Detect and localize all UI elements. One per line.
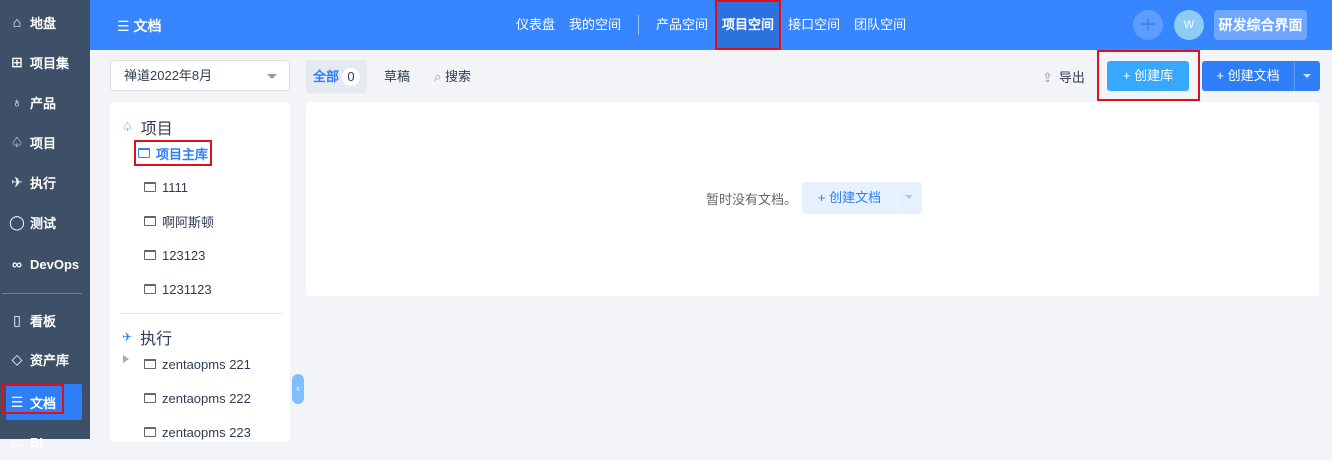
sidebar-item-bi[interactable]: ▭ BI <box>6 424 82 460</box>
quick-create-button[interactable]: + <box>1133 10 1163 40</box>
library-select[interactable]: 禅道2022年8月 <box>110 60 290 91</box>
grid-icon: ⊞ <box>11 53 23 70</box>
infinity-icon: ∞ <box>12 256 22 272</box>
run-icon: ✈ <box>122 330 133 344</box>
folder-icon <box>138 148 150 158</box>
empty-create-doc-button[interactable]: + 创建文档 <box>802 182 923 214</box>
bulb-icon: ♁ <box>11 94 23 110</box>
sidebar-item-product[interactable]: ♁ 产品 <box>6 84 82 120</box>
doc-tabs: 全部 0 草稿 ⌕ 搜索 <box>306 60 488 93</box>
plus-icon: + <box>1140 9 1156 39</box>
folder-icon <box>144 250 156 260</box>
search-button[interactable]: ⌕ 搜索 <box>427 60 478 93</box>
tree-lib-item[interactable]: 1231123 <box>144 279 212 299</box>
nav-project-space[interactable]: 项目空间 <box>715 0 782 50</box>
sidebar-item-project[interactable]: ♤ 项目 <box>6 124 82 160</box>
rocket-icon: ♤ <box>122 120 133 134</box>
empty-create-doc-main[interactable]: + 创建文档 <box>802 182 899 214</box>
chevron-down-icon <box>267 74 277 84</box>
create-doc-dropdown[interactable] <box>1295 61 1320 91</box>
nav-product-space[interactable]: 产品空间 <box>649 0 715 50</box>
nav-api-space[interactable]: 接口空间 <box>781 0 847 50</box>
empty-state: 暂时没有文档。 + 创建文档 <box>706 182 923 214</box>
sidebar-item-kanban[interactable]: ▯ 看板 <box>6 302 82 338</box>
sidebar-divider <box>2 293 82 294</box>
tree-lib-item[interactable]: zentaopms 223 <box>144 422 251 442</box>
caret-right-icon[interactable] <box>123 355 133 363</box>
tree-lib-item[interactable]: zentaopms 222 <box>144 388 251 408</box>
export-icon: ⇪ <box>1042 70 1053 85</box>
nav-dashboard[interactable]: 仪表盘 <box>509 0 562 50</box>
sidebar-item-program[interactable]: ⊞ 项目集 <box>6 44 82 80</box>
tree-group-execution[interactable]: ✈ 执行 <box>122 325 172 349</box>
sidebar-item-assetlib[interactable]: ◇ 资产库 <box>6 341 82 377</box>
empty-create-doc-dropdown[interactable] <box>898 182 922 214</box>
folder-icon <box>144 216 156 226</box>
tree-lib-item[interactable]: 项目主库 <box>134 140 213 166</box>
chevron-down-icon <box>1303 74 1311 82</box>
folder-icon <box>144 393 156 403</box>
sidebar-item-dashboard[interactable]: ⌂ 地盘 <box>6 4 82 40</box>
vision-switch-button[interactable]: 研发综合界面 <box>1214 10 1307 40</box>
sidebar-item-doc[interactable]: ☰ 文档 <box>2 384 82 420</box>
tree-lib-item[interactable]: 啊阿斯顿 <box>144 211 214 231</box>
folder-icon <box>144 427 156 437</box>
main-sidebar: ⌂ 地盘 ⊞ 项目集 ♁ 产品 ♤ 项目 ✈ 执行 ◯ 测试 ∞ DevOps ▯ 看板 ◇ 资产… <box>0 0 90 450</box>
diamond-icon: ◇ <box>11 350 23 367</box>
folder-icon <box>144 284 156 294</box>
tree-group-project[interactable]: ♤ 项目 <box>122 115 173 139</box>
run-icon: ✈ <box>11 173 23 190</box>
tree-lib-item[interactable]: 1111 <box>144 177 188 197</box>
search-icon: ◯ <box>9 213 25 230</box>
count-badge: 0 <box>342 68 361 86</box>
tree-lib-item[interactable]: 123123 <box>144 245 205 265</box>
empty-message: 暂时没有文档。 <box>706 191 798 207</box>
doc-list-panel: 暂时没有文档。 + 创建文档 <box>306 102 1319 296</box>
search-icon: ⌕ <box>434 69 445 84</box>
nav-divider <box>638 15 640 35</box>
collapse-sidebar-button[interactable]: ‹ <box>292 374 304 404</box>
chart-icon: ▭ <box>10 433 24 450</box>
nav-my-space[interactable]: 我的空间 <box>562 0 628 50</box>
folder-icon <box>144 182 156 192</box>
chevron-down-icon <box>905 195 914 203</box>
create-doc-main[interactable]: + 创建文档 <box>1202 61 1295 91</box>
top-nav: 仪表盘 我的空间 产品空间 项目空间 接口空间 团队空间 <box>509 0 913 50</box>
top-header: ☰ 文档 仪表盘 我的空间 产品空间 项目空间 接口空间 团队空间 + W 研发… <box>90 0 1332 50</box>
app-title: ☰ 文档 <box>117 18 162 34</box>
doc-icon: ☰ <box>117 18 134 34</box>
sidebar-item-devops[interactable]: ∞ DevOps <box>6 246 82 282</box>
create-lib-button[interactable]: + 创建库 <box>1107 61 1189 91</box>
rocket-icon: ♤ <box>10 133 24 150</box>
tab-draft[interactable]: 草稿 <box>377 60 417 93</box>
tab-all[interactable]: 全部 0 <box>306 60 368 93</box>
avatar[interactable]: W <box>1174 10 1204 40</box>
sidebar-item-test[interactable]: ◯ 测试 <box>6 204 82 240</box>
folder-icon <box>144 359 156 369</box>
sidebar-item-execution[interactable]: ✈ 执行 <box>6 164 82 200</box>
home-icon: ⌂ <box>12 14 22 30</box>
highlight-box <box>2 384 64 414</box>
export-button[interactable]: ⇪ 导出 <box>1042 67 1085 86</box>
create-doc-button[interactable]: + 创建文档 <box>1202 61 1320 91</box>
tree-divider <box>122 313 282 314</box>
nav-team-space[interactable]: 团队空间 <box>847 0 913 50</box>
tree-lib-item[interactable]: zentaopms 221 <box>144 354 251 374</box>
board-icon: ▯ <box>13 311 21 328</box>
doc-tree: ♤ 项目 项目主库 1111 啊阿斯顿 123123 1231123 ✈ 执行 ze… <box>110 102 290 442</box>
